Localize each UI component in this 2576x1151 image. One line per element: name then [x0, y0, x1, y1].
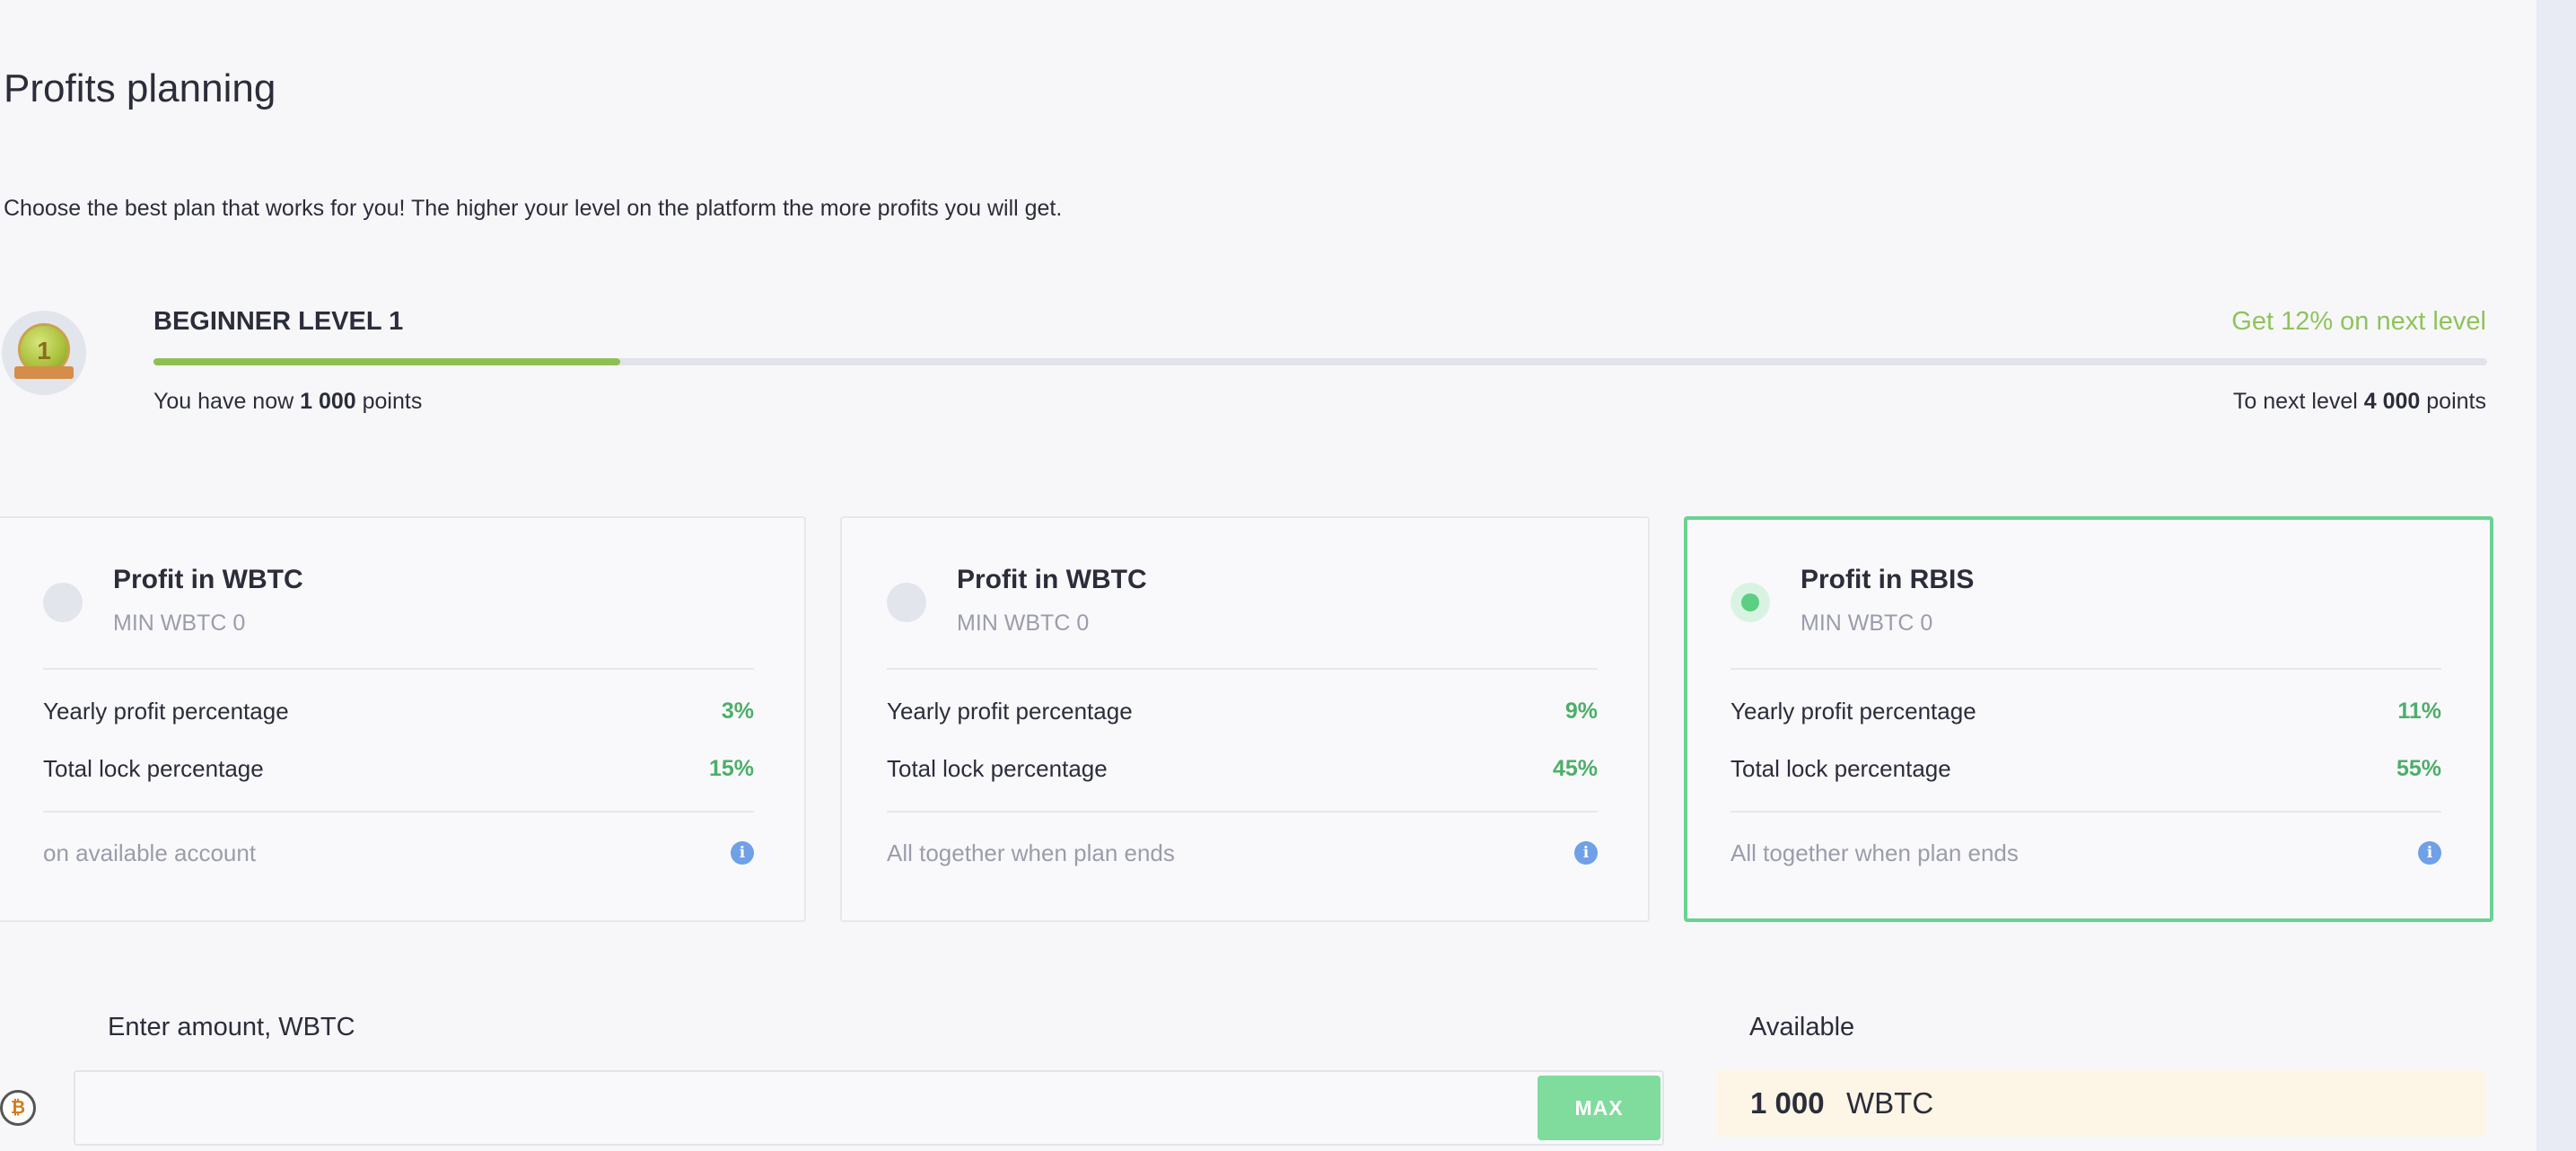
total-lock-label: Total lock percentage: [887, 755, 1108, 782]
page-subtitle: Choose the best plan that works for you!…: [4, 196, 1063, 221]
current-points-prefix: You have now: [153, 389, 294, 414]
plan-card-wbtc-9[interactable]: Profit in WBTC MIN WBTC 0 Yearly profit …: [840, 516, 1650, 922]
level-progress-bar: [153, 358, 2487, 365]
plan-radio[interactable]: [887, 583, 926, 622]
plan-min-amount: MIN WBTC 0: [957, 611, 1090, 636]
plan-title: Profit in WBTC: [957, 565, 1147, 594]
total-lock-value: 45%: [1552, 756, 1598, 781]
info-icon[interactable]: i: [1574, 841, 1598, 865]
current-points: You have now 1 000 points: [153, 389, 422, 415]
plan-payout-note: All together when plan ends: [1730, 839, 2019, 866]
plan-divider: [887, 811, 1598, 813]
plan-payout-note: on available account: [43, 839, 257, 866]
available-label: Available: [1749, 1013, 1855, 1041]
plan-card-rbis-11[interactable]: Profit in RBIS MIN WBTC 0 Yearly profit …: [1684, 516, 2493, 922]
total-lock-value: 55%: [2396, 756, 2441, 781]
amount-input[interactable]: [74, 1070, 1664, 1146]
plan-card-wbtc-3[interactable]: Profit in WBTC MIN WBTC 0 Yearly profit …: [0, 516, 806, 922]
yearly-profit-value: 3%: [721, 699, 754, 724]
plan-radio[interactable]: [1730, 583, 1770, 622]
scrollbar-track[interactable]: [2537, 0, 2576, 1151]
level-badge-number: 1: [37, 337, 51, 365]
info-icon[interactable]: i: [731, 841, 754, 865]
level-name: BEGINNER LEVEL 1: [153, 307, 404, 336]
yearly-profit-value: 9%: [1564, 699, 1598, 724]
level-progress-fill: [153, 358, 620, 365]
plan-title: Profit in WBTC: [113, 565, 303, 594]
next-level-points-prefix: To next level: [2232, 389, 2358, 414]
level-medal-icon: 1: [2, 311, 86, 395]
plan-divider: [43, 668, 754, 670]
page-title: Profits planning: [4, 66, 276, 110]
next-level-bonus: Get 12% on next level: [2231, 307, 2486, 336]
available-amount: 1 000: [1750, 1086, 1825, 1120]
current-points-suffix: points: [362, 389, 423, 414]
yearly-profit-label: Yearly profit percentage: [43, 698, 289, 725]
info-icon[interactable]: i: [2418, 841, 2441, 865]
yearly-profit-value: 11%: [2397, 699, 2441, 724]
medal-ribbon: [14, 366, 74, 379]
next-level-points: To next level 4 000 points: [2233, 389, 2486, 415]
total-lock-value: 15%: [708, 756, 754, 781]
total-lock-label: Total lock percentage: [1730, 755, 1951, 782]
yearly-profit-label: Yearly profit percentage: [1730, 698, 1976, 725]
plan-payout-note: All together when plan ends: [887, 839, 1175, 866]
current-points-value: 1 000: [300, 389, 356, 414]
available-balance: 1 000 WBTC: [1716, 1070, 2486, 1137]
plan-divider: [43, 811, 754, 813]
plan-radio[interactable]: [43, 583, 83, 622]
plan-min-amount: MIN WBTC 0: [1801, 611, 1933, 636]
available-unit: WBTC: [1846, 1086, 1934, 1120]
plan-min-amount: MIN WBTC 0: [113, 611, 246, 636]
plan-divider: [1730, 811, 2441, 813]
total-lock-label: Total lock percentage: [43, 755, 264, 782]
next-level-points-suffix: points: [2426, 389, 2486, 414]
max-button[interactable]: MAX: [1538, 1076, 1660, 1140]
plan-title: Profit in RBIS: [1801, 565, 1975, 594]
next-level-points-value: 4 000: [2363, 389, 2421, 414]
plan-divider: [1730, 668, 2441, 670]
bitcoin-coin-icon: ₿: [0, 1090, 36, 1126]
yearly-profit-label: Yearly profit percentage: [887, 698, 1133, 725]
amount-label: Enter amount, WBTC: [108, 1013, 355, 1041]
plan-divider: [887, 668, 1598, 670]
